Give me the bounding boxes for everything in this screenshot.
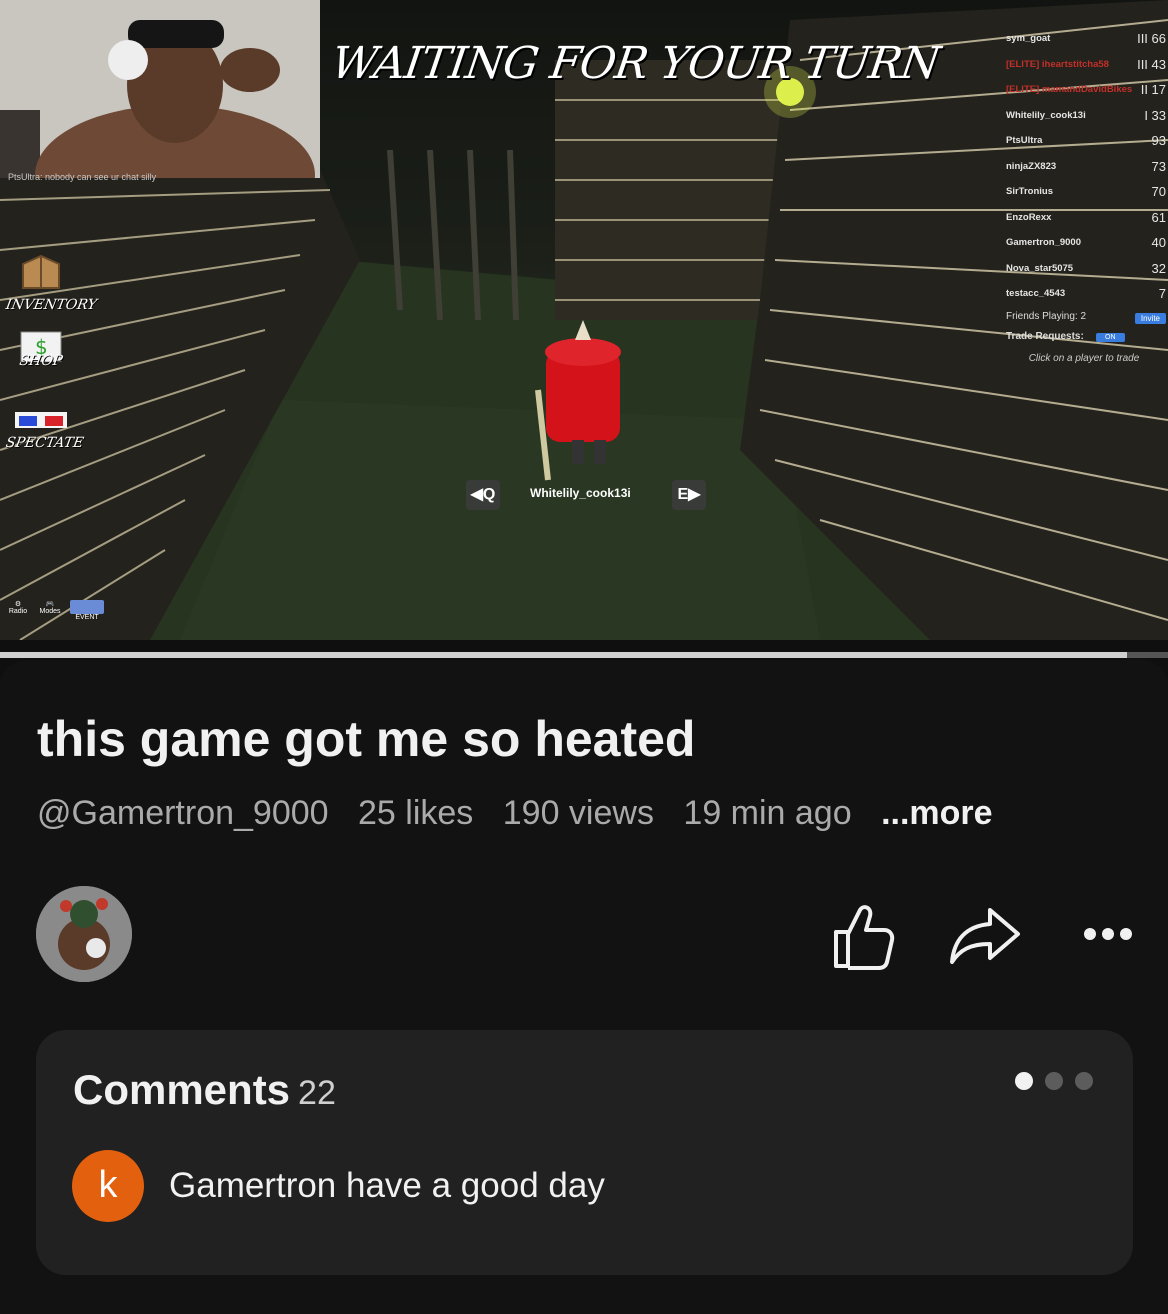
player-score: 93	[1151, 133, 1166, 148]
radio-icon: ⚙	[14, 601, 22, 608]
player-name: testacc_4543	[1006, 288, 1066, 299]
pager-dot	[1075, 1072, 1093, 1090]
current-turn-player: Whitelily_cook13i	[530, 486, 631, 500]
chat-message: PtsUltra: nobody can see ur chat silly	[8, 172, 157, 182]
comments-header: Comments 22	[73, 1066, 336, 1114]
bottom-toolbar: ⚙ Radio 🎮 Modes EVENT	[6, 600, 104, 626]
shop-button[interactable]: $ SHOP	[6, 326, 76, 369]
commenter-avatar[interactable]: k	[72, 1150, 144, 1222]
more-description-button[interactable]: ...more	[881, 794, 992, 832]
player-score: III 43	[1137, 56, 1166, 72]
3d-glasses-icon	[15, 412, 67, 428]
spectate-label: SPECTATE	[4, 435, 85, 451]
comments-label: Comments	[73, 1066, 291, 1113]
leaderboard-row[interactable]: PtsUltra 93	[1000, 132, 1168, 158]
trade-requests-row: Trade Requests: ON	[1000, 331, 1168, 351]
event-button[interactable]: EVENT	[70, 600, 104, 626]
video-metadata: @Gamertron_9000 25 likes 190 views 19 mi…	[37, 794, 1013, 833]
player-name: SirTronius	[1006, 186, 1053, 197]
spectate-button[interactable]: SPECTATE	[4, 408, 85, 451]
comment-text: Gamertron have a good day	[169, 1166, 605, 1205]
turn-selector: ◀Q Whitelily_cook13i E▶	[466, 480, 706, 510]
trade-requests-label: Trade Requests:	[1006, 330, 1084, 342]
player-score: 70	[1151, 184, 1166, 199]
inventory-label: INVENTORY	[4, 297, 98, 313]
video-title: this game got me so heated	[37, 711, 696, 767]
player-name: [ELITE] mamandDavidBikes	[1006, 84, 1133, 95]
invite-button[interactable]: Invite	[1134, 312, 1166, 324]
leaderboard-row[interactable]: Nova_star5075 32	[1000, 260, 1168, 286]
streamer-webcam	[0, 0, 320, 178]
leaderboard-row[interactable]: ninjaZX823 73	[1000, 158, 1168, 184]
leaderboard-row[interactable]: SirTronius 70	[1000, 183, 1168, 209]
friends-playing-row: Friends Playing: 2 Invite	[1000, 311, 1168, 331]
player-score: 73	[1151, 158, 1166, 174]
player-name: Gamertron_9000	[1006, 237, 1081, 248]
event-icon	[70, 600, 104, 614]
channel-avatar[interactable]	[36, 886, 132, 982]
player-score: I 33	[1144, 107, 1166, 123]
upload-time: 19 min ago	[683, 794, 852, 832]
gamepad-icon: 🎮	[45, 601, 55, 608]
player-name: Whitelily_cook13i	[1006, 109, 1086, 121]
leaderboard-row[interactable]: testacc_4543 7	[1000, 285, 1168, 311]
pager-dot	[1045, 1072, 1063, 1090]
player-name: ninjaZX823	[1006, 160, 1057, 172]
trade-hint: Click on a player to trade	[1028, 352, 1140, 364]
like-icon[interactable]	[822, 896, 902, 976]
player-name: sym_goat	[1006, 33, 1051, 44]
leaderboard-row[interactable]: Gamertron_9000 40	[1000, 234, 1168, 260]
video-player[interactable]: PtsUltra: nobody can see ur chat silly W…	[0, 0, 1168, 640]
player-score: II 17	[1140, 82, 1166, 97]
player-name: EnzoRexx	[1006, 211, 1052, 223]
player-score: 7	[1158, 286, 1166, 301]
video-info-panel: this game got me so heated @Gamertron_90…	[0, 660, 1168, 1314]
leaderboard-row[interactable]: sym_goat III 66	[1000, 30, 1168, 56]
video-progress-bar[interactable]	[0, 652, 1168, 658]
pager-dot	[1015, 1072, 1033, 1090]
more-icon[interactable]	[1068, 896, 1148, 976]
player-name: PtsUltra	[1006, 135, 1043, 146]
leaderboard-row[interactable]: [ELITE] iheartstitcha58 III 43	[1000, 56, 1168, 82]
player-score: 61	[1151, 209, 1166, 225]
leaderboard-row[interactable]: [ELITE] mamandDavidBikes II 17	[1000, 81, 1168, 107]
shop-label: SHOP	[18, 353, 64, 369]
view-count: 190 views	[502, 794, 654, 832]
channel-handle[interactable]: @Gamertron_9000	[37, 794, 329, 832]
leaderboard-row[interactable]: EnzoRexx 61	[1000, 209, 1168, 235]
player-score: 32	[1151, 260, 1166, 276]
friends-playing: Friends Playing: 2	[1006, 310, 1087, 322]
inventory-box-icon	[22, 254, 60, 289]
player-name: [ELITE] iheartstitcha58	[1006, 58, 1109, 70]
radio-button[interactable]: ⚙ Radio	[6, 600, 30, 626]
comments-pager[interactable]	[1015, 1072, 1093, 1090]
player-leaderboard: sym_goat III 66 [ELITE] iheartstitcha58 III…	[1000, 30, 1168, 364]
next-player-button[interactable]: E▶	[672, 480, 706, 510]
share-icon[interactable]	[944, 896, 1024, 976]
player-name: Nova_star5075	[1006, 262, 1074, 274]
video-progress-fill	[0, 652, 1128, 658]
player-score: III 66	[1137, 31, 1166, 46]
comments-count: 22	[298, 1074, 336, 1112]
inventory-button[interactable]: INVENTORY	[4, 252, 98, 313]
like-count: 25 likes	[358, 794, 474, 832]
comments-section[interactable]: Comments 22 k Gamertron have a good day	[36, 1030, 1133, 1275]
leaderboard-row[interactable]: Whitelily_cook13i I 33	[1000, 107, 1168, 133]
previous-player-button[interactable]: ◀Q	[466, 480, 500, 510]
trade-toggle[interactable]: ON	[1096, 332, 1125, 342]
game-status-title: WAITING FOR YOUR TURN	[328, 38, 943, 89]
player-score: 40	[1151, 235, 1166, 250]
modes-button[interactable]: 🎮 Modes	[38, 600, 62, 626]
